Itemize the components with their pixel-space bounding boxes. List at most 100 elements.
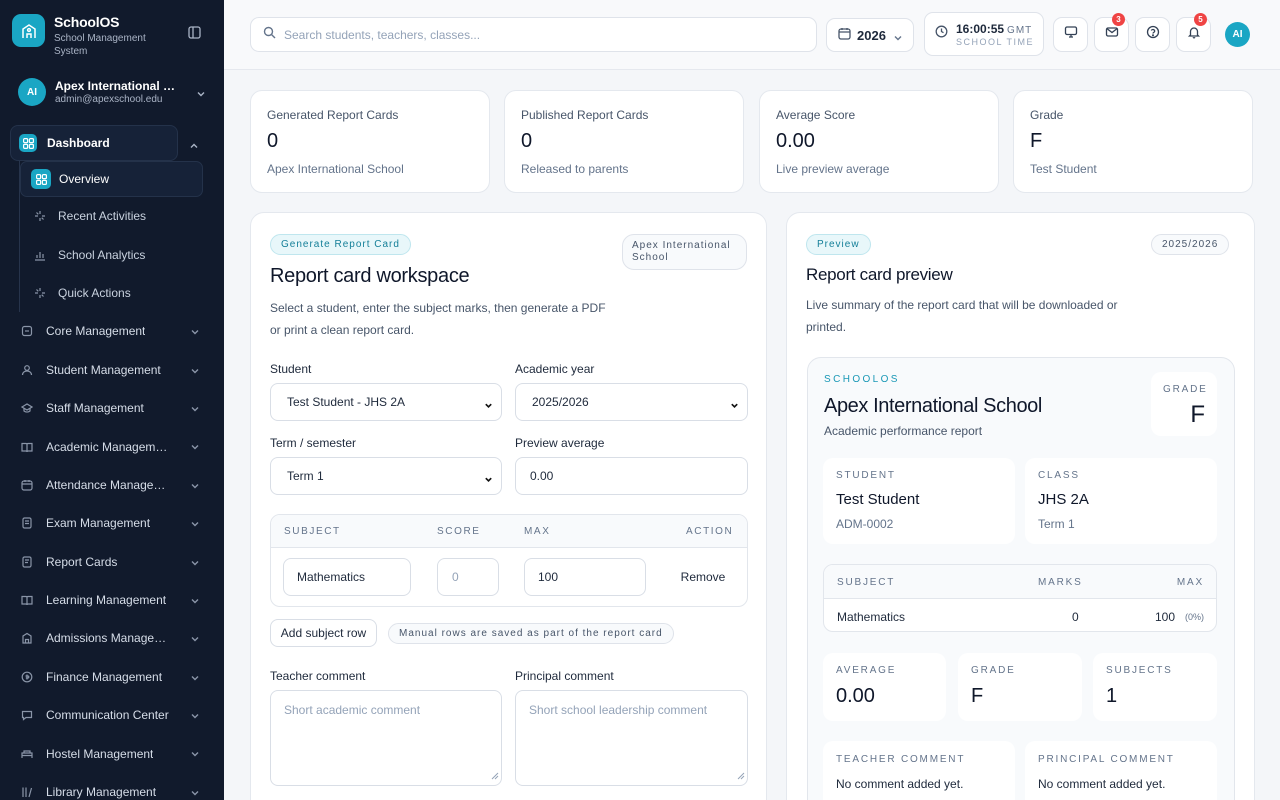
pv-col-max: MAX [1176,577,1204,588]
stat-value: 0 [521,130,533,152]
subjects-caption: SUBJECTS [1106,665,1173,676]
principal-comment-caption: PRINCIPAL COMMENT [1038,754,1175,765]
account-switcher[interactable]: AI Apex International School admin@apexs… [12,76,212,108]
teacher-comment-caption: TEACHER COMMENT [836,754,966,765]
table-row: Mathematics 0 100 (0%) [824,599,1216,631]
sidebar-item-learning-management[interactable]: Learning Management [10,581,214,619]
sidebar-item-label: Academic Management [46,439,170,454]
sidebar-subitem-label: School Analytics [58,247,146,262]
brand-subtitle: School Management System [54,33,146,57]
chevron-down-icon [190,326,200,340]
academic-management-icon [18,438,36,456]
chevron-down-icon [484,399,493,413]
user-avatar[interactable]: AI [1225,22,1250,47]
teacher-comment-textarea[interactable]: Short academic comment [270,690,502,786]
sidebar-item-core-management[interactable]: Core Management [10,312,214,350]
sidebar: SchoolOS School Management System AI Ape… [0,0,224,800]
academic-year-label: Academic year [515,362,595,376]
sidebar-subitem-school-analytics[interactable]: School Analytics [20,235,214,273]
display-button[interactable] [1053,17,1088,52]
add-subject-row-button[interactable]: Add subject row [270,619,377,647]
subjects-value: 1 [1106,685,1118,707]
sidebar-item-label: Library Management [46,785,157,800]
sidebar-item-communication-center[interactable]: Communication Center [10,696,214,734]
sidebar-subitem-quick-actions[interactable]: Quick Actions [20,274,214,312]
stat-card: Published Report Cards 0 Released to paren… [504,90,744,193]
stat-subtitle: Apex International School [267,162,404,176]
term-select[interactable]: Term 1 [270,457,502,495]
chevron-down-icon [484,473,493,487]
sidebar-item-label: Finance Management [46,669,163,684]
clock-icon [935,25,948,43]
report-cards-icon [18,553,36,571]
chevron-down-icon [730,399,739,413]
sidebar-item-label: Communication Center [46,708,169,723]
workspace-title: Report card workspace [270,265,470,287]
sidebar-item-student-management[interactable]: Student Management [10,351,214,389]
stat-card: Grade F Test Student [1013,90,1253,193]
sidebar-item-dashboard[interactable]: Dashboard [10,125,198,161]
search-input[interactable] [284,27,784,42]
messages-button[interactable]: 3 [1094,13,1129,52]
principal-comment-label: Principal comment [515,669,614,683]
sidebar-item-hostel-management[interactable]: Hostel Management [10,734,214,772]
principal-comment-textarea[interactable]: Short school leadership comment [515,690,748,786]
sidebar-item-report-cards[interactable]: Report Cards [10,543,214,581]
student-caption: STUDENT [836,470,896,481]
sidebar-subitem-recent-activities[interactable]: Recent Activities [20,197,214,235]
score-input[interactable]: 0 [437,558,499,596]
sidebar-nav: Dashboard Overview Recent Activities Sch… [10,125,214,800]
grid-icon [19,134,37,152]
sidebar-item-exam-management[interactable]: Exam Management [10,504,214,542]
topbar: 2026 16:00:55GMT SCHOOL TIME 3 5 [224,0,1280,70]
report-subtitle: Academic performance report [824,424,983,438]
resize-handle-icon[interactable] [491,769,499,783]
bell-icon [1187,25,1201,44]
sidebar-item-academic-management[interactable]: Academic Management [10,427,214,465]
average-value: 0.00 [836,685,875,707]
dashboard-submenu: Overview Recent Activities School Analyt… [19,161,214,313]
account-avatar: AI [18,78,46,106]
sidebar-item-admissions-management[interactable]: Admissions Management [10,619,214,657]
sidebar-item-library-management[interactable]: Library Management [10,773,214,800]
chevron-down-icon [190,672,200,686]
year-selector[interactable]: 2026 [826,18,914,52]
student-select[interactable]: Test Student - JHS 2A [270,383,502,421]
notifications-button[interactable]: 5 [1176,13,1211,52]
sidebar-collapse-icon[interactable] [188,26,202,40]
sparkle-icon [30,283,50,303]
pv-subject: Mathematics [837,610,906,624]
chevron-down-icon [190,787,200,800]
sidebar-item-label: Admissions Management [46,631,170,646]
sidebar-subitem-overview[interactable]: Overview [20,161,203,197]
calendar-icon [838,27,851,43]
finance-management-icon [18,668,36,686]
sidebar-item-staff-management[interactable]: Staff Management [10,389,214,427]
sidebar-item-label: Exam Management [46,516,151,531]
sidebar-subitem-label: Quick Actions [58,285,131,300]
chevron-down-icon [190,595,200,609]
preview-description: Live summary of the report card that wil… [806,298,1118,334]
brand-name: SchoolOS [54,14,120,30]
sidebar-subitem-label: Recent Activities [58,209,147,224]
sidebar-item-attendance-management[interactable]: Attendance Management [10,466,214,504]
academic-year-select[interactable]: 2025/2026 [515,383,748,421]
preview-average-field[interactable]: 0.00 [515,457,748,495]
class-caption: CLASS [1038,470,1080,481]
search-box[interactable] [250,17,817,52]
chevron-down-icon [190,403,200,417]
generate-chip: Generate Report Card [270,234,411,255]
remove-row-button[interactable]: Remove [671,558,735,596]
max-input[interactable]: 100 [524,558,646,596]
communication-center-icon [18,706,36,724]
subject-name-input[interactable]: Mathematics [283,558,411,596]
teacher-comment-placeholder: Short academic comment [284,703,421,717]
resize-handle-icon[interactable] [737,769,745,783]
preview-chip: Preview [806,234,871,255]
help-button[interactable] [1135,17,1170,52]
stat-card: Average Score 0.00 Live preview average [759,90,999,193]
stat-value: 0.00 [776,130,815,152]
sidebar-item-finance-management[interactable]: Finance Management [10,658,214,696]
student-name: Test Student [836,491,920,508]
pv-max: 100 [1155,610,1176,624]
